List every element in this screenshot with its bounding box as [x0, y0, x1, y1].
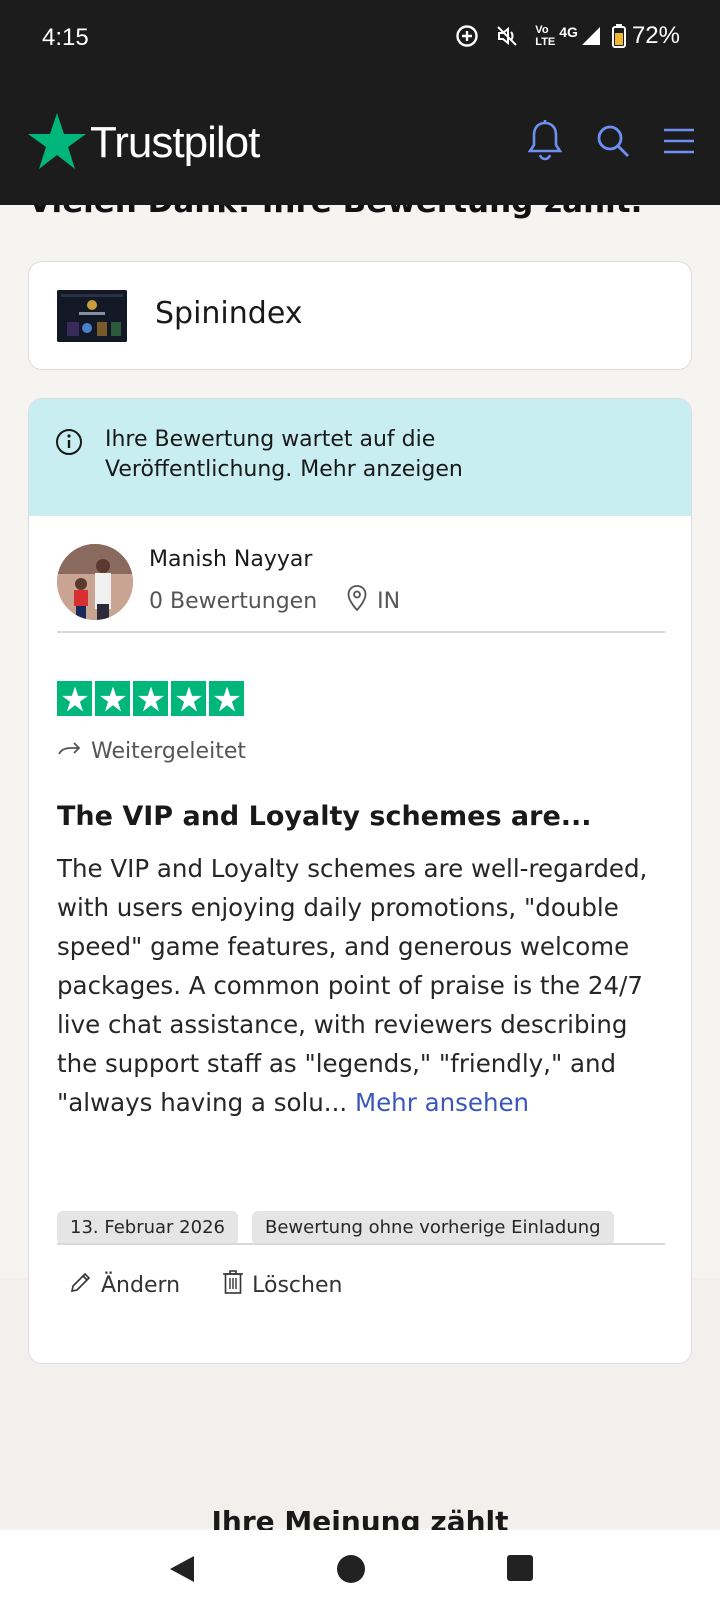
country-code: IN — [377, 588, 401, 614]
star-icon — [95, 681, 130, 716]
menu-icon[interactable] — [664, 128, 694, 158]
delete-button[interactable]: Löschen — [222, 1269, 342, 1301]
app-header: Trustpilot — [0, 80, 720, 205]
review-count: 0 Bewertungen — [149, 588, 318, 614]
logo-text: Trustpilot — [90, 118, 260, 167]
forwarded-label: Weitergeleitet — [57, 739, 246, 764]
star-icon — [209, 681, 244, 716]
status-bar: 4:15 Vo LTE 4G 72% — [0, 0, 720, 80]
battery-level: 72% — [631, 22, 680, 49]
company-name: Spinindex — [155, 296, 303, 331]
forward-arrow-icon — [57, 739, 81, 764]
status-icons: Vo LTE 4G 72% — [455, 22, 680, 50]
review-tags: 13. Februar 2026 Bewertung ohne vorherig… — [57, 1211, 614, 1245]
pencil-icon — [69, 1270, 93, 1300]
recents-icon[interactable] — [506, 1554, 534, 1586]
back-icon[interactable] — [168, 1554, 196, 1588]
network-indicator: Vo LTE — [535, 24, 555, 48]
show-more-link[interactable]: Mehr anzeigen — [300, 457, 463, 482]
status-time: 4:15 — [42, 24, 89, 51]
company-thumbnail — [57, 290, 127, 342]
review-body-text: The VIP and Loyalty schemes are well-reg… — [57, 854, 648, 1117]
review-body: The VIP and Loyalty schemes are well-reg… — [57, 849, 667, 1122]
review-actions: Ändern Löschen — [69, 1269, 342, 1301]
avatar[interactable] — [57, 544, 133, 620]
search-icon[interactable] — [596, 124, 630, 162]
bell-icon[interactable] — [527, 120, 563, 166]
heading-clip: Vielen Dank! Ihre Bewertung zählt. — [0, 205, 720, 265]
edit-label: Ändern — [101, 1272, 181, 1298]
page-title: Vielen Dank! Ihre Bewertung zählt. — [28, 205, 642, 220]
battery-icon — [611, 24, 626, 48]
network-type: 4G — [559, 24, 578, 40]
pending-notice: Ihre Bewertung wartet auf die Veröffentl… — [29, 399, 691, 516]
review-card: Ihre Bewertung wartet auf die Veröffentl… — [28, 398, 692, 1364]
star-rating — [57, 681, 244, 716]
header-actions — [527, 120, 694, 166]
company-card[interactable]: Spinindex — [28, 261, 692, 370]
star-icon — [171, 681, 206, 716]
data-saver-icon — [455, 24, 479, 48]
reviewer-location: IN — [347, 585, 400, 617]
system-nav-bar — [0, 1530, 720, 1612]
divider — [57, 1243, 665, 1245]
star-icon — [133, 681, 168, 716]
edit-button[interactable]: Ändern — [69, 1269, 180, 1301]
see-more-link[interactable]: Mehr ansehen — [355, 1088, 529, 1117]
network-bottom-label: LTE — [535, 36, 556, 48]
star-logo-icon — [28, 113, 86, 173]
home-icon[interactable] — [336, 1554, 366, 1588]
info-icon — [55, 428, 83, 460]
trash-icon — [222, 1269, 244, 1301]
invite-status-tag: Bewertung ohne vorherige Einladung — [252, 1211, 614, 1245]
star-icon — [57, 681, 92, 716]
mute-icon — [495, 24, 519, 48]
reviewer-name[interactable]: Manish Nayyar — [149, 547, 312, 572]
delete-label: Löschen — [252, 1272, 343, 1298]
signal-icon — [580, 25, 602, 47]
reviewer-meta: 0 Bewertungen IN — [149, 585, 400, 617]
forwarded-text: Weitergeleitet — [91, 739, 246, 764]
review-date: 13. Februar 2026 — [57, 1211, 238, 1245]
trustpilot-logo[interactable]: Trustpilot — [28, 113, 260, 173]
location-pin-icon — [347, 585, 367, 617]
divider — [57, 631, 665, 633]
review-title: The VIP and Loyalty schemes are... — [57, 801, 592, 832]
network-top-label: Vo — [535, 24, 549, 36]
notice-text: Ihre Bewertung wartet auf die Veröffentl… — [105, 425, 665, 485]
